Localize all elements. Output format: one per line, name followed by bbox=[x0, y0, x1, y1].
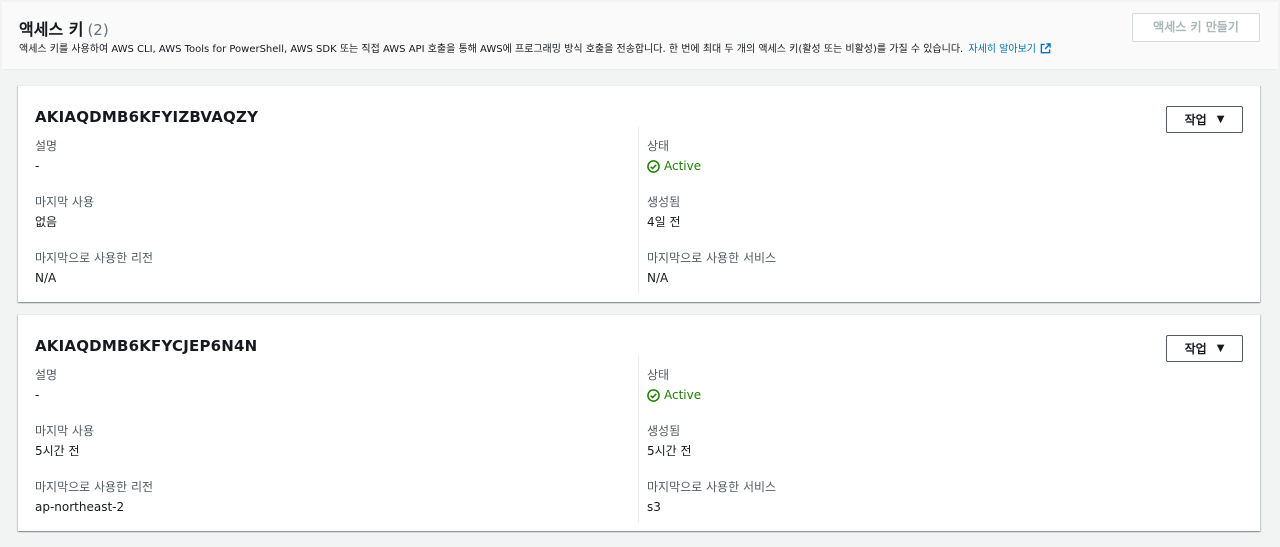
last-service-field: 마지막으로 사용한 서비스 s3 bbox=[647, 477, 1207, 533]
created-value: 4일 전 bbox=[647, 215, 681, 229]
column-divider bbox=[638, 355, 639, 523]
last-used-label: 마지막 사용 bbox=[35, 424, 95, 438]
last-region-value: N/A bbox=[35, 271, 57, 285]
last-used-field: 마지막 사용 5시간 전 bbox=[35, 421, 595, 477]
last-used-value: 없음 bbox=[35, 215, 58, 229]
last-region-field: 마지막으로 사용한 리전 ap-northeast-2 bbox=[35, 477, 595, 533]
learn-more-link[interactable]: 자세히 알아보기 bbox=[968, 43, 1051, 55]
access-key-id: AKIAQDMB6KFYIZBVAQZY bbox=[35, 108, 259, 126]
status-label: 상태 bbox=[647, 139, 670, 153]
last-service-label: 마지막으로 사용한 서비스 bbox=[647, 480, 777, 494]
last-used-field: 마지막 사용 없음 bbox=[35, 192, 595, 248]
key-details-left: 설명 - 마지막 사용 5시간 전 마지막으로 사용한 리전 ap-northe… bbox=[35, 365, 595, 533]
created-label: 생성됨 bbox=[647, 424, 681, 438]
description-value: - bbox=[35, 388, 40, 402]
last-service-label: 마지막으로 사용한 서비스 bbox=[647, 251, 777, 265]
last-region-value: ap-northeast-2 bbox=[35, 500, 125, 514]
description-text: 액세스 키를 사용하여 AWS CLI, AWS Tools for Power… bbox=[19, 44, 964, 55]
status-label: 상태 bbox=[647, 368, 670, 382]
header-description: 액세스 키를 사용하여 AWS CLI, AWS Tools for Power… bbox=[19, 40, 1051, 55]
key-count: (2) bbox=[87, 21, 109, 39]
last-service-field: 마지막으로 사용한 서비스 N/A bbox=[647, 248, 1207, 304]
created-label: 생성됨 bbox=[647, 195, 681, 209]
description-label: 설명 bbox=[35, 139, 58, 153]
actions-label: 작업 bbox=[1184, 342, 1207, 356]
status-text: Active bbox=[664, 159, 702, 173]
access-keys-header: 액세스 키 (2) 액세스 키를 사용하여 AWS CLI, AWS Tools … bbox=[2, 2, 1278, 70]
actions-button[interactable]: 작업 ▼ bbox=[1166, 335, 1243, 362]
status-field: 상태 Active bbox=[647, 136, 1207, 192]
key-details-left: 설명 - 마지막 사용 없음 마지막으로 사용한 리전 N/A bbox=[35, 136, 595, 304]
external-link-icon bbox=[1040, 43, 1051, 54]
caret-down-icon: ▼ bbox=[1216, 343, 1225, 354]
check-circle-icon bbox=[647, 159, 660, 173]
check-circle-icon bbox=[647, 388, 660, 402]
last-used-value: 5시간 전 bbox=[35, 444, 80, 458]
last-region-label: 마지막으로 사용한 리전 bbox=[35, 251, 154, 265]
description-value: - bbox=[35, 159, 40, 173]
created-value: 5시간 전 bbox=[647, 444, 692, 458]
last-service-value: N/A bbox=[647, 271, 669, 285]
caret-down-icon: ▼ bbox=[1216, 114, 1225, 125]
key-details-right: 상태 Active 생성됨 5시간 전 마지막으로 사용한 서비스 s3 bbox=[647, 365, 1207, 533]
last-used-label: 마지막 사용 bbox=[35, 195, 95, 209]
status-text: Active bbox=[664, 388, 702, 402]
access-key-id: AKIAQDMB6KFYCJEP6N4N bbox=[35, 337, 258, 355]
created-field: 생성됨 4일 전 bbox=[647, 192, 1207, 248]
status-badge: Active bbox=[647, 385, 1207, 405]
create-access-key-button[interactable]: 액세스 키 만들기 bbox=[1132, 13, 1260, 42]
learn-more-label: 자세히 알아보기 bbox=[968, 44, 1036, 55]
description-field: 설명 - bbox=[35, 136, 595, 192]
actions-button[interactable]: 작업 ▼ bbox=[1166, 106, 1243, 133]
last-region-field: 마지막으로 사용한 리전 N/A bbox=[35, 248, 595, 304]
actions-label: 작업 bbox=[1184, 113, 1207, 127]
page-title-text: 액세스 키 bbox=[19, 20, 84, 39]
last-region-label: 마지막으로 사용한 리전 bbox=[35, 480, 154, 494]
access-key-card: AKIAQDMB6KFYIZBVAQZY 작업 ▼ 설명 - 마지막 사용 없음 … bbox=[18, 85, 1260, 302]
last-service-value: s3 bbox=[647, 500, 661, 514]
page-title: 액세스 키 (2) bbox=[19, 16, 109, 40]
status-badge: Active bbox=[647, 156, 1207, 176]
access-key-card: AKIAQDMB6KFYCJEP6N4N 작업 ▼ 설명 - 마지막 사용 5시간… bbox=[18, 314, 1260, 531]
column-divider bbox=[638, 126, 639, 294]
description-field: 설명 - bbox=[35, 365, 595, 421]
key-details-right: 상태 Active 생성됨 4일 전 마지막으로 사용한 서비스 N/A bbox=[647, 136, 1207, 304]
description-label: 설명 bbox=[35, 368, 58, 382]
created-field: 생성됨 5시간 전 bbox=[647, 421, 1207, 477]
status-field: 상태 Active bbox=[647, 365, 1207, 421]
